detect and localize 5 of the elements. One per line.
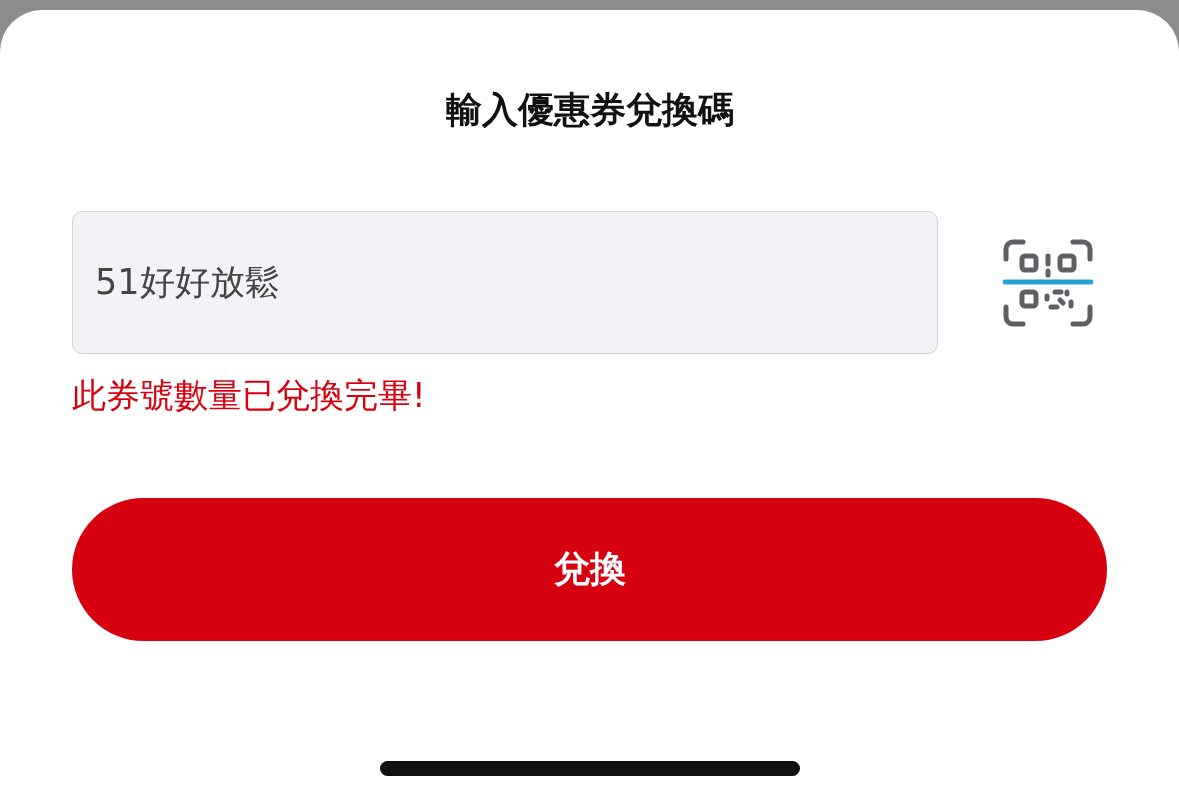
sheet-title: 輸入優惠券兌換碼	[444, 88, 735, 132]
redeem-button[interactable]: 兌換	[72, 498, 1107, 641]
code-input-field[interactable]: 51好好放鬆	[72, 211, 938, 354]
qr-scan-icon[interactable]	[1003, 238, 1093, 327]
error-message: 此券號數量已兌換完畢!	[72, 374, 427, 417]
